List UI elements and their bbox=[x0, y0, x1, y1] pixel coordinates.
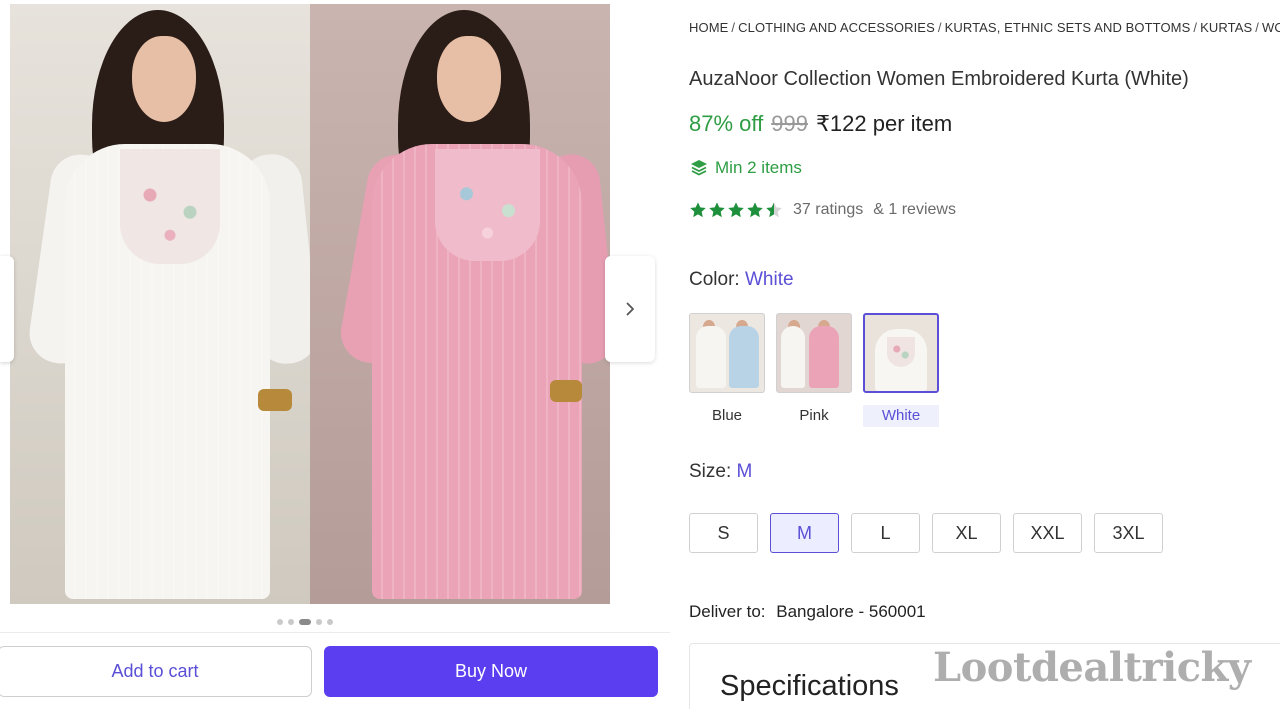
carousel-dots bbox=[277, 619, 333, 625]
rating-row: 37 ratings & 1 reviews bbox=[689, 201, 956, 219]
chevron-right-icon bbox=[626, 302, 634, 316]
product-details: HOME / CLOTHING AND ACCESSORIES / KURTAS, ET… bbox=[689, 0, 1280, 709]
size-option-xxl[interactable]: XXL bbox=[1013, 513, 1082, 553]
swatch-thumbnail bbox=[776, 313, 852, 393]
price-row: 87% off 999 ₹122 per item bbox=[689, 111, 952, 137]
color-swatch-blue[interactable]: Blue bbox=[689, 313, 765, 427]
size-option-xl[interactable]: XL bbox=[932, 513, 1001, 553]
size-option-l[interactable]: L bbox=[851, 513, 920, 553]
star-filled-icon bbox=[747, 202, 763, 218]
star-half-icon bbox=[766, 202, 782, 218]
breadcrumb: HOME / CLOTHING AND ACCESSORIES / KURTAS, ET… bbox=[689, 20, 1280, 35]
delivery-location[interactable]: Bangalore - 560001 bbox=[776, 602, 925, 621]
size-label: Size: bbox=[689, 461, 732, 482]
discount-text: 87% off bbox=[689, 111, 764, 136]
image-half-pink bbox=[310, 4, 610, 604]
min-items-row: Min 2 items bbox=[689, 158, 802, 178]
reviews-count[interactable]: & 1 reviews bbox=[873, 201, 956, 219]
breadcrumb-home[interactable]: HOME bbox=[689, 20, 728, 35]
size-option-3xl[interactable]: 3XL bbox=[1094, 513, 1163, 553]
color-swatch-pink[interactable]: Pink bbox=[776, 313, 852, 427]
action-bar: Add to cart Buy Now bbox=[0, 632, 670, 709]
prev-image-button[interactable] bbox=[0, 256, 14, 362]
breadcrumb-women[interactable]: WOMEN bbox=[1262, 20, 1280, 35]
rating-stars bbox=[689, 201, 783, 219]
specifications-title: Specifications bbox=[720, 670, 899, 702]
size-label-row: Size: M bbox=[689, 461, 752, 483]
size-option-s[interactable]: S bbox=[689, 513, 758, 553]
carousel-dot[interactable] bbox=[316, 619, 322, 625]
size-options: S M L XL XXL 3XL bbox=[689, 513, 1163, 553]
buy-now-button[interactable]: Buy Now bbox=[324, 646, 658, 697]
carousel-dot[interactable] bbox=[288, 619, 294, 625]
star-filled-icon bbox=[728, 202, 744, 218]
swatch-label: Pink bbox=[799, 407, 829, 424]
mrp-price: 999 bbox=[771, 111, 808, 136]
swatch-thumbnail bbox=[689, 313, 765, 393]
delivery-row: Deliver to: Bangalore - 560001 bbox=[689, 602, 926, 622]
ratings-count[interactable]: 37 ratings bbox=[793, 201, 863, 219]
star-filled-icon bbox=[690, 202, 706, 218]
swatch-label: Blue bbox=[711, 407, 743, 424]
product-gallery: Add to cart Buy Now bbox=[0, 0, 670, 709]
specifications-card: Specifications Lootdealtricky bbox=[689, 643, 1280, 709]
product-title: AuzaNoor Collection Women Embroidered Ku… bbox=[689, 68, 1189, 90]
color-swatch-white[interactable]: White bbox=[863, 313, 939, 427]
breadcrumb-kurtas-ethnic[interactable]: KURTAS, ETHNIC SETS AND BOTTOMS bbox=[945, 20, 1191, 35]
breadcrumb-clothing[interactable]: CLOTHING AND ACCESSORIES bbox=[738, 20, 935, 35]
next-image-button[interactable] bbox=[605, 256, 655, 362]
carousel-dot-active[interactable] bbox=[299, 619, 311, 625]
color-label-row: Color: White bbox=[689, 269, 794, 291]
carousel-dot[interactable] bbox=[327, 619, 333, 625]
carousel-dot[interactable] bbox=[277, 619, 283, 625]
min-items-text: Min 2 items bbox=[715, 158, 802, 177]
size-selected-value: M bbox=[736, 461, 753, 482]
color-swatches: Blue Pink White bbox=[689, 313, 939, 427]
color-label: Color: bbox=[689, 269, 740, 290]
selling-price: ₹122 per item bbox=[815, 111, 953, 136]
color-selected-value: White bbox=[744, 269, 794, 290]
breadcrumb-kurtas[interactable]: KURTAS bbox=[1200, 20, 1252, 35]
swatch-thumbnail bbox=[863, 313, 939, 393]
star-filled-icon bbox=[709, 202, 725, 218]
swatch-label: White bbox=[863, 405, 939, 427]
add-to-cart-button[interactable]: Add to cart bbox=[0, 646, 312, 697]
delivery-label: Deliver to: bbox=[689, 602, 766, 621]
watermark-text: Lootdealtricky bbox=[933, 644, 1251, 691]
image-half-white bbox=[10, 4, 321, 604]
layers-icon bbox=[691, 160, 707, 176]
size-option-m[interactable]: M bbox=[770, 513, 839, 553]
product-image[interactable] bbox=[10, 4, 610, 604]
